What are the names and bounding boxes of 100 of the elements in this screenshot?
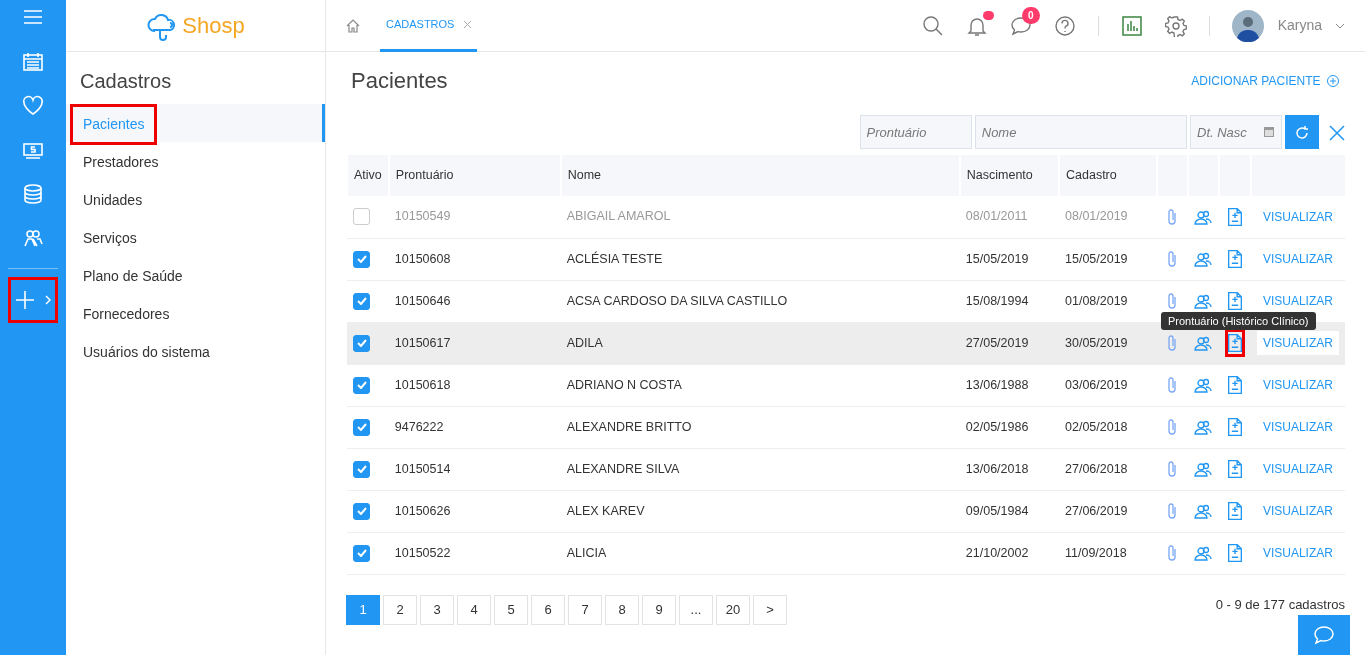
document-icon: [1227, 250, 1242, 269]
table-cell: 15/05/2019: [1065, 251, 1128, 266]
page-button[interactable]: 2: [383, 594, 417, 625]
users-icon[interactable]: [1194, 376, 1212, 395]
table-cell: ALEXANDRE SILVA: [566, 461, 680, 476]
menu-icon: [23, 8, 43, 25]
table-cell: 27/06/2019: [1065, 503, 1128, 518]
table-cell: 15/05/2019: [965, 251, 1029, 266]
plus-circle-icon: [1327, 74, 1339, 87]
document-icon: [1227, 208, 1242, 227]
table-cell: ALEX KAREV: [566, 503, 645, 518]
sidebar-item[interactable]: Usuários do sistema: [66, 332, 325, 370]
document-icon: [1227, 544, 1242, 563]
table-cell: 27/05/2019: [965, 335, 1029, 350]
table-cell: 02/05/2018: [1065, 419, 1128, 434]
checkbox[interactable]: [353, 250, 370, 268]
table-cell: 08/01/2019: [1065, 209, 1128, 224]
chat-button[interactable]: [1298, 615, 1350, 655]
settings-icon: [1164, 14, 1187, 37]
page-button[interactable]: 9: [642, 594, 676, 625]
checkbox[interactable]: [353, 334, 370, 352]
sidebar-item[interactable]: Serviços: [66, 218, 325, 256]
avatar[interactable]: [1231, 9, 1264, 42]
search-button[interactable]: [921, 14, 944, 37]
page-button[interactable]: ...: [679, 594, 713, 625]
message-count: 0: [1022, 6, 1040, 24]
page-button[interactable]: 8: [605, 594, 639, 625]
settings-button[interactable]: [1164, 14, 1187, 37]
users-icon[interactable]: [1194, 418, 1212, 437]
checkbox[interactable]: [353, 208, 370, 226]
check-icon: [356, 507, 367, 515]
calendar-icon[interactable]: [22, 50, 44, 73]
page-button[interactable]: 5: [494, 594, 528, 625]
table-cell: 10150549: [394, 209, 451, 224]
refresh-button[interactable]: [1285, 115, 1320, 149]
checkbox[interactable]: [353, 544, 370, 562]
page-button[interactable]: 7: [568, 594, 602, 625]
calendar-icon[interactable]: [1264, 127, 1274, 137]
checkbox[interactable]: [353, 376, 370, 394]
chat-icon: [1313, 625, 1335, 646]
filter-field[interactable]: Prontuário: [859, 115, 972, 149]
table-cell: 03/06/2019: [1065, 377, 1128, 392]
home-icon[interactable]: [346, 18, 360, 33]
sidebar-title: Cadastros: [79, 69, 173, 94]
heart-icon[interactable]: [22, 94, 44, 117]
users-icon[interactable]: [1194, 460, 1212, 479]
users-icon[interactable]: [1194, 208, 1212, 227]
checkbox[interactable]: [353, 292, 370, 310]
check-icon: [356, 297, 367, 305]
table-cell: 9476222: [394, 419, 444, 434]
table-cell: ACSA CARDOSO DA SILVA CASTILLO: [566, 293, 788, 308]
close-icon[interactable]: [464, 20, 472, 28]
page-button[interactable]: 4: [457, 594, 491, 625]
sidebar-item[interactable]: Unidades: [66, 180, 325, 218]
table-cell: 10150608: [394, 251, 451, 266]
help-button[interactable]: [1053, 14, 1076, 37]
users-icon[interactable]: [1194, 250, 1212, 269]
help-icon: [1053, 14, 1076, 37]
page-button[interactable]: 20: [716, 594, 750, 625]
sidebar-item[interactable]: Prestadores: [66, 142, 325, 180]
clear-filters-button[interactable]: [1329, 122, 1345, 142]
table-cell: 10150626: [394, 503, 451, 518]
document-icon: [1227, 418, 1242, 437]
add-button[interactable]: [8, 276, 58, 323]
close-icon: [1329, 124, 1345, 141]
table-cell: 30/05/2019: [1065, 335, 1128, 350]
table-cell: 10150618: [394, 377, 451, 392]
page-button[interactable]: 6: [531, 594, 565, 625]
table-cell: 02/05/1986: [965, 419, 1029, 434]
column-header: Nome: [560, 155, 960, 196]
table-cell: ADRIANO N COSTA: [566, 377, 682, 392]
check-icon: [356, 381, 367, 389]
table-cell: 13/06/1988: [965, 377, 1029, 392]
sidebar-item[interactable]: Fornecedores: [66, 294, 325, 332]
users-icon[interactable]: [1194, 502, 1212, 521]
users-icon[interactable]: [1194, 292, 1212, 311]
table-cell: 10150646: [394, 293, 451, 308]
users-icon[interactable]: [1194, 334, 1212, 353]
checkbox[interactable]: [353, 460, 370, 478]
check-icon: [356, 423, 367, 431]
column-header: Nascimento: [959, 155, 1059, 196]
page-button[interactable]: >: [753, 594, 787, 625]
check-icon: [356, 549, 367, 557]
users-icon[interactable]: [1194, 544, 1212, 563]
pagination-summary: 0 - 9 de 177 cadastros: [1215, 595, 1345, 614]
sidebar-item[interactable]: Plano de Saúde: [66, 256, 325, 294]
refresh-icon: [1294, 124, 1311, 141]
user-menu[interactable]: Karyna: [1277, 15, 1345, 36]
database-icon[interactable]: [22, 182, 44, 205]
document-icon: [1227, 334, 1242, 353]
tooltip: Prontuário (Histórico Clínico): [1160, 311, 1316, 330]
table-cell: ACLÉSIA TESTE: [566, 251, 663, 266]
checkbox[interactable]: [353, 418, 370, 436]
filter-field[interactable]: Nome: [974, 115, 1187, 149]
reports-button[interactable]: [1120, 14, 1143, 37]
page-button[interactable]: 3: [420, 594, 454, 625]
checkbox[interactable]: [353, 502, 370, 520]
check-icon: [356, 465, 367, 473]
filter-field[interactable]: Dt. Nasc: [1190, 115, 1282, 149]
caret-icon: [1335, 22, 1345, 29]
